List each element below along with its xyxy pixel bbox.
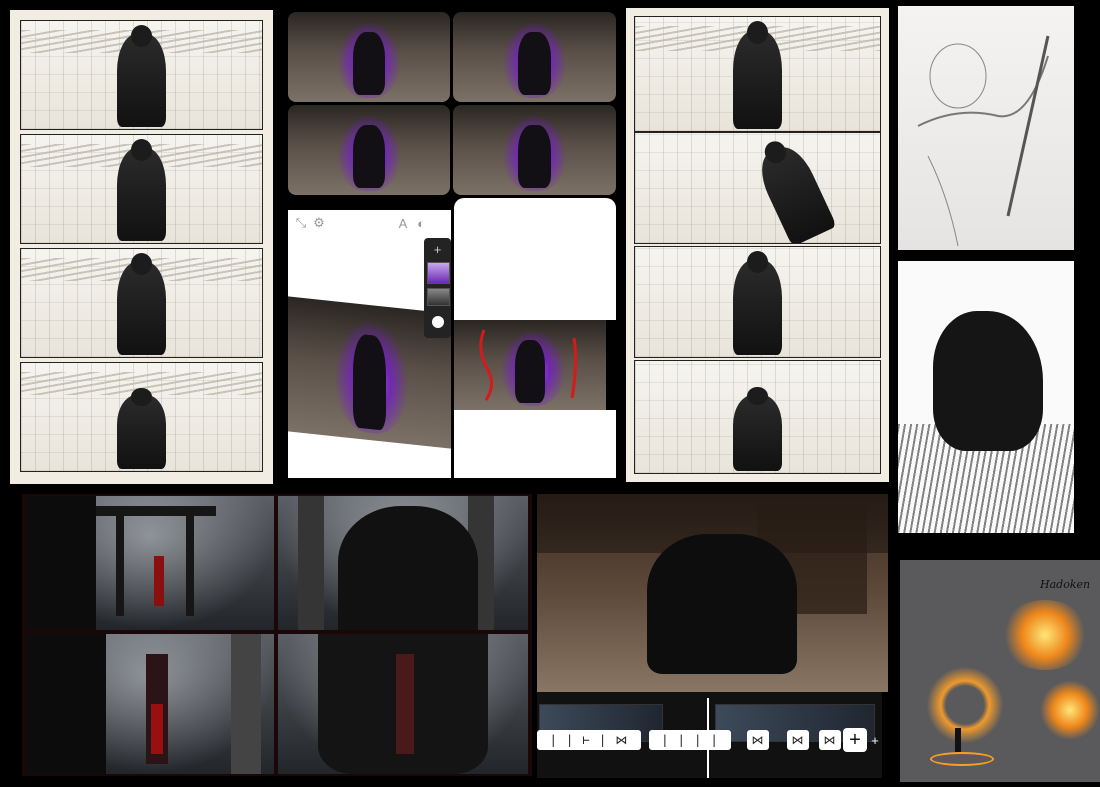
extra-add-icon[interactable]: + [869,732,881,748]
cinema-grid [22,494,532,776]
settings-icon[interactable]: ⚙ [312,215,326,230]
pencil-sketch [898,6,1074,250]
storyboard-sheet-left [10,10,273,484]
cinema-shot-4 [278,634,528,774]
red-sketch-photo [454,320,606,410]
torii-gate [96,506,216,516]
image-thumb-street[interactable] [427,288,450,306]
tool-strip: + [424,238,451,338]
storyboard-frame-3 [20,248,263,358]
transition-chip-3[interactable]: ⋈ [747,730,769,750]
text-icon[interactable]: A [396,216,410,231]
aura-photo-4 [453,105,616,195]
aura-photo-2 [453,12,616,102]
action-frame-3 [634,246,881,358]
hadoken-annotation: Hadoken [1040,578,1091,591]
fire-burst-2 [920,660,1010,750]
select-icon[interactable]: ⤡ [294,215,308,230]
add-clip-button[interactable]: + [843,728,867,752]
image-thumb-purple[interactable] [427,262,450,284]
storyboard-sheet-right [626,8,889,482]
red-strokes [479,329,578,401]
cinema-shot-1 [26,496,274,630]
storyboard-frame-2 [20,134,263,244]
ink-creature [898,261,1074,533]
action-frame-4 [634,360,881,474]
transition-chip-4[interactable]: ⋈ [787,730,809,750]
fire-burst-1 [1000,600,1090,670]
plus-icon[interactable]: + [430,242,445,257]
color-icon[interactable]: ◐ [414,216,428,231]
storyboard-frame-1 [20,20,263,130]
stick-figure [955,728,961,752]
storyboard-frame-4 [20,362,263,472]
video-timeline[interactable]: | | ⊢ | ⋈ | | | | ⋈ ⋈ ⋈ + + [537,692,882,778]
fire-burst-3 [1040,680,1100,740]
transition-chip-2[interactable]: | | | | [649,730,731,750]
playhead[interactable] [707,698,709,778]
transition-chip-5[interactable]: ⋈ [819,730,841,750]
black-block [606,320,616,410]
aura-photo-3 [288,105,450,195]
fire-ring [930,752,994,766]
cinema-shot-3 [26,634,274,774]
cinema-shot-2 [278,496,528,630]
action-frame-2 [634,132,881,244]
aura-photo-1 [288,12,450,102]
video-frame [537,494,888,692]
action-frame-1 [634,16,881,132]
pencil-sketch-lines [917,35,1050,247]
transition-chip-1[interactable]: | | ⊢ | ⋈ [537,730,641,750]
circle-icon[interactable] [430,314,445,329]
edit-canvas-right[interactable] [454,198,616,478]
samurai-pose [647,534,797,674]
fire-effects-panel: Hadoken [900,560,1100,782]
